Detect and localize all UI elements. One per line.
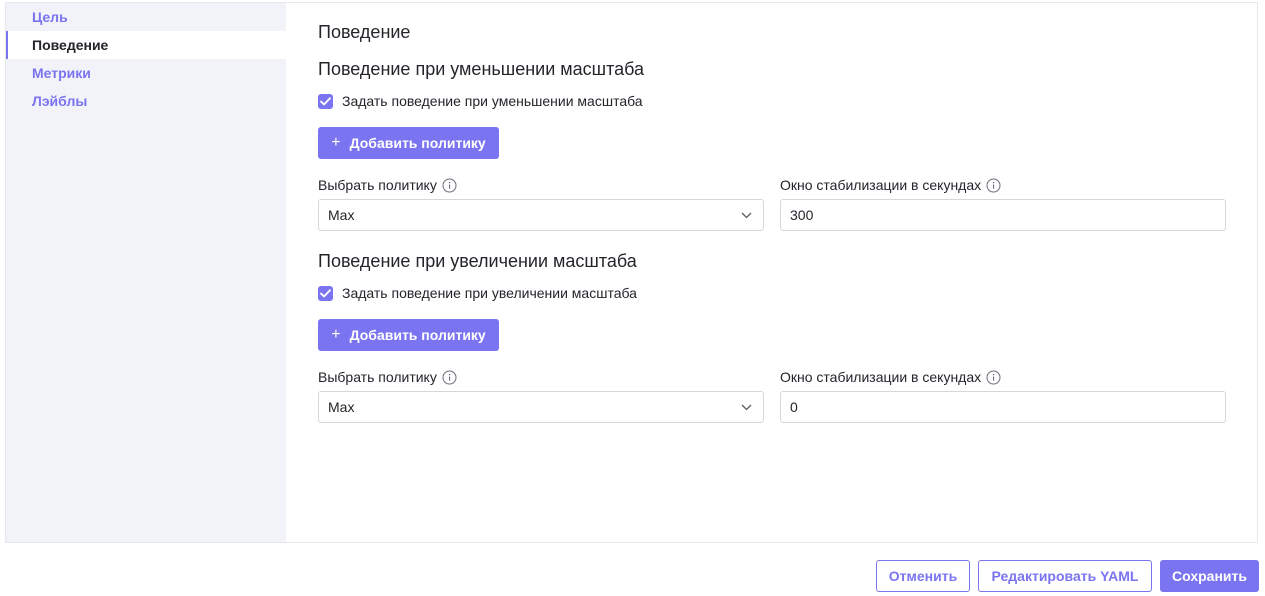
sidebar-item-labels[interactable]: Лэйблы (6, 87, 286, 115)
cancel-button[interactable]: Отменить (876, 560, 970, 592)
info-icon[interactable] (986, 370, 1001, 385)
scale-up-window-input[interactable]: 0 (780, 391, 1226, 423)
scale-up-policy-value: Max (328, 399, 355, 415)
sidebar-item-goal[interactable]: Цель (6, 3, 286, 31)
scale-down-policy-value: Max (328, 207, 355, 223)
scale-down-window-input[interactable]: 300 (780, 199, 1226, 231)
scale-up-checkbox-row[interactable]: Задать поведение при увеличении масштаба (318, 285, 637, 301)
plus-icon: + (331, 134, 341, 151)
scale-down-add-policy-button[interactable]: + Добавить политику (318, 127, 499, 159)
sidebar-item-metrics[interactable]: Метрики (6, 59, 286, 87)
scale-up-window-label: Окно стабилизации в секундах (780, 369, 982, 385)
chevron-down-icon (741, 212, 752, 219)
page-title: Поведение (318, 22, 411, 42)
info-icon[interactable] (986, 178, 1001, 193)
info-icon[interactable] (442, 370, 457, 385)
plus-icon: + (331, 326, 341, 343)
scale-down-add-policy-label: Добавить политику (349, 135, 486, 151)
scale-down-checkbox-row[interactable]: Задать поведение при уменьшении масштаба (318, 93, 643, 109)
scale-down-checkbox[interactable] (318, 93, 333, 109)
scale-up-checkbox[interactable] (318, 285, 333, 301)
edit-yaml-button[interactable]: Редактировать YAML (978, 560, 1152, 592)
scale-up-add-policy-label: Добавить политику (349, 327, 486, 343)
info-icon[interactable] (442, 178, 457, 193)
scale-up-heading: Поведение при увеличении масштаба (318, 251, 637, 271)
form-frame: Цель Поведение Метрики Лэйблы Поведение … (5, 2, 1258, 543)
scale-down-checkbox-label: Задать поведение при уменьшении масштаба (342, 93, 643, 109)
scale-down-policy-label-row: Выбрать политику (318, 177, 457, 193)
scale-down-policy-select[interactable]: Max (318, 199, 764, 231)
chevron-down-icon (741, 404, 752, 411)
scale-up-policy-label: Выбрать политику (318, 369, 437, 385)
check-icon (320, 288, 331, 297)
check-icon (320, 96, 331, 105)
scale-up-policy-select[interactable]: Max (318, 391, 764, 423)
sidebar: Цель Поведение Метрики Лэйблы (6, 3, 286, 542)
save-button[interactable]: Сохранить (1160, 560, 1259, 592)
scale-down-policy-label: Выбрать политику (318, 177, 437, 193)
scale-up-window-label-row: Окно стабилизации в секундах (780, 369, 1001, 385)
scale-up-add-policy-button[interactable]: + Добавить политику (318, 319, 499, 351)
scale-down-heading: Поведение при уменьшении масштаба (318, 59, 645, 79)
scale-up-policy-label-row: Выбрать политику (318, 369, 457, 385)
scale-up-checkbox-label: Задать поведение при увеличении масштаба (342, 285, 637, 301)
scale-down-window-label: Окно стабилизации в секундах (780, 177, 982, 193)
scale-down-window-label-row: Окно стабилизации в секундах (780, 177, 1001, 193)
sidebar-item-behavior[interactable]: Поведение (6, 31, 286, 59)
